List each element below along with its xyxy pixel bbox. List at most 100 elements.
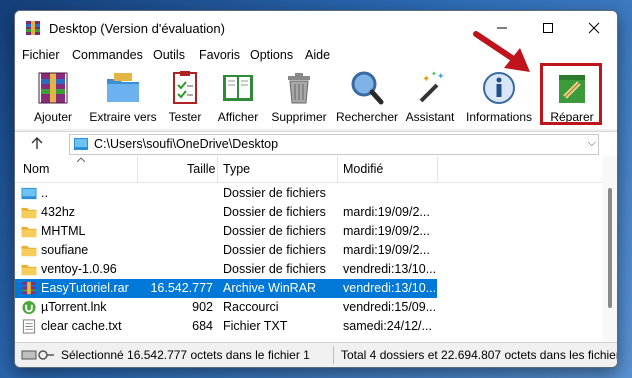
file-row[interactable]: 432hz Dossier de fichiers mardi:19/09/2... bbox=[15, 203, 437, 222]
up-arrow-icon[interactable] bbox=[29, 135, 45, 151]
folder-icon bbox=[21, 245, 37, 257]
column-separator[interactable] bbox=[217, 156, 218, 182]
status-total: Total 4 dossiers et 22.694.807 octets da… bbox=[341, 348, 618, 362]
test-checklist-icon bbox=[173, 71, 197, 104]
view-button[interactable]: Afficher bbox=[215, 69, 261, 127]
file-modified: samedi:24/12/... bbox=[343, 319, 432, 333]
file-size: 16.542.777 bbox=[150, 281, 213, 295]
delete-label: Supprimer bbox=[271, 110, 327, 124]
annotation-arrow-icon bbox=[473, 31, 530, 72]
menu-outils[interactable]: Outils bbox=[153, 48, 185, 62]
file-name: ventoy-1.0.96 bbox=[41, 262, 117, 276]
file-row[interactable]: MHTML Dossier de fichiers mardi:19/09/2... bbox=[15, 222, 437, 241]
scrollbar-thumb[interactable] bbox=[608, 188, 612, 308]
wizard-label: Assistant bbox=[405, 110, 455, 124]
folder-icon bbox=[21, 207, 37, 219]
file-name: .. bbox=[41, 186, 48, 200]
file-type: Archive WinRAR bbox=[223, 281, 317, 295]
file-modified: mardi:19/09/2... bbox=[343, 243, 430, 257]
magnifier-icon bbox=[351, 71, 384, 105]
menu-options[interactable]: Options bbox=[250, 48, 293, 62]
delete-button[interactable]: Supprimer bbox=[269, 69, 329, 127]
file-row[interactable]: .. Dossier de fichiers bbox=[15, 184, 437, 203]
file-row[interactable]: soufiane Dossier de fichiers mardi:19/09/2… bbox=[15, 241, 437, 260]
text-file-icon bbox=[22, 319, 36, 334]
test-label: Tester bbox=[168, 110, 202, 124]
close-icon bbox=[588, 22, 600, 34]
svg-text:✦: ✦ bbox=[422, 74, 430, 85]
column-header-modified[interactable]: Modifié bbox=[343, 162, 383, 176]
repair-highlight-box bbox=[540, 63, 602, 125]
menu-fichier[interactable]: Fichier bbox=[22, 48, 60, 62]
find-button[interactable]: Rechercher bbox=[335, 69, 399, 127]
file-name: 432hz bbox=[41, 205, 76, 219]
svg-text:✦: ✦ bbox=[431, 70, 437, 78]
file-name: clear cache.txt bbox=[41, 319, 122, 333]
vertical-scrollbar[interactable] bbox=[603, 156, 617, 342]
file-row[interactable]: clear cache.txt 684 Fichier TXT samedi:24/1… bbox=[15, 317, 437, 336]
file-row[interactable]: ventoy-1.0.96 Dossier de fichiers vendredi… bbox=[15, 260, 437, 279]
file-name: EasyTutoriel.rar bbox=[41, 281, 129, 295]
file-type: Dossier de fichiers bbox=[223, 186, 326, 200]
file-type: Raccourci bbox=[223, 300, 279, 314]
status-divider bbox=[333, 346, 334, 364]
folder-icon bbox=[21, 264, 37, 276]
add-label: Ajouter bbox=[33, 110, 73, 124]
file-type: Dossier de fichiers bbox=[223, 243, 326, 257]
test-button[interactable]: Tester bbox=[165, 69, 205, 127]
file-name: µTorrent.lnk bbox=[41, 300, 107, 314]
list-header: Nom Taille Type Modifié bbox=[15, 156, 617, 183]
file-modified: mardi:19/09/2... bbox=[343, 224, 430, 238]
wizard-wand-icon: ✦ ✦ ✦ bbox=[419, 70, 445, 103]
view-label: Afficher bbox=[217, 110, 259, 124]
info-label: Informations bbox=[465, 110, 533, 124]
sort-up-icon bbox=[77, 157, 85, 162]
extract-to-label: Extraire vers bbox=[89, 110, 157, 124]
path-text: C:\Users\soufi\OneDrive\Desktop bbox=[94, 137, 279, 151]
view-book-icon bbox=[223, 75, 253, 101]
menu-commandes[interactable]: Commandes bbox=[72, 48, 143, 62]
file-row[interactable]: µTorrent.lnk 902 Raccourci vendredi:15/09..… bbox=[15, 298, 437, 317]
wizard-button[interactable]: ✦ ✦ ✦ Assistant bbox=[403, 69, 457, 127]
column-header-name[interactable]: Nom bbox=[23, 162, 49, 176]
extract-folder-icon bbox=[107, 73, 139, 102]
drive-key-icon[interactable] bbox=[21, 349, 55, 361]
column-separator[interactable] bbox=[437, 156, 438, 182]
desktop-icon bbox=[74, 138, 88, 150]
close-button[interactable] bbox=[571, 11, 617, 45]
file-name: MHTML bbox=[41, 224, 86, 238]
status-bar: Sélectionné 16.542.777 octets dans le fi… bbox=[15, 342, 618, 367]
file-size: 684 bbox=[192, 319, 213, 333]
find-label: Rechercher bbox=[335, 110, 399, 124]
column-separator[interactable] bbox=[337, 156, 338, 182]
file-type: Fichier TXT bbox=[223, 319, 288, 333]
folder-icon bbox=[21, 226, 37, 238]
menu-aide[interactable]: Aide bbox=[305, 48, 330, 62]
path-field[interactable]: C:\Users\soufi\OneDrive\Desktop ⌵ bbox=[69, 134, 599, 155]
column-separator[interactable] bbox=[137, 156, 138, 182]
svg-text:✦: ✦ bbox=[437, 71, 445, 81]
maximize-icon bbox=[543, 23, 553, 33]
menu-favoris[interactable]: Favoris bbox=[199, 48, 240, 62]
add-button[interactable]: Ajouter bbox=[31, 69, 75, 127]
status-selection: Sélectionné 16.542.777 octets dans le fi… bbox=[61, 348, 310, 362]
file-name: soufiane bbox=[41, 243, 89, 257]
file-size: 902 bbox=[192, 300, 213, 314]
column-header-size[interactable]: Taille bbox=[187, 162, 216, 176]
file-type: Dossier de fichiers bbox=[223, 205, 326, 219]
file-row[interactable]: EasyTutoriel.rar 16.542.777 Archive WinRAR… bbox=[15, 279, 437, 298]
extract-to-button[interactable]: Extraire vers bbox=[83, 69, 163, 127]
file-modified: vendredi:13/10... bbox=[343, 262, 435, 276]
winrar-app-icon bbox=[26, 21, 40, 35]
column-header-type[interactable]: Type bbox=[223, 162, 250, 176]
file-list: Nom Taille Type Modifié .. Dossier de fic… bbox=[15, 156, 617, 342]
rar-archive-icon bbox=[22, 281, 36, 295]
trash-icon bbox=[288, 73, 310, 104]
window-title: Desktop (Version d'évaluation) bbox=[49, 21, 225, 36]
add-archive-icon bbox=[38, 72, 68, 104]
chevron-down-icon[interactable]: ⌵ bbox=[588, 137, 596, 150]
file-modified: mardi:19/09/2... bbox=[343, 205, 430, 219]
file-type: Dossier de fichiers bbox=[223, 262, 326, 276]
file-modified: vendredi:13/10... bbox=[343, 281, 435, 295]
address-bar: C:\Users\soufi\OneDrive\Desktop ⌵ bbox=[15, 131, 617, 157]
